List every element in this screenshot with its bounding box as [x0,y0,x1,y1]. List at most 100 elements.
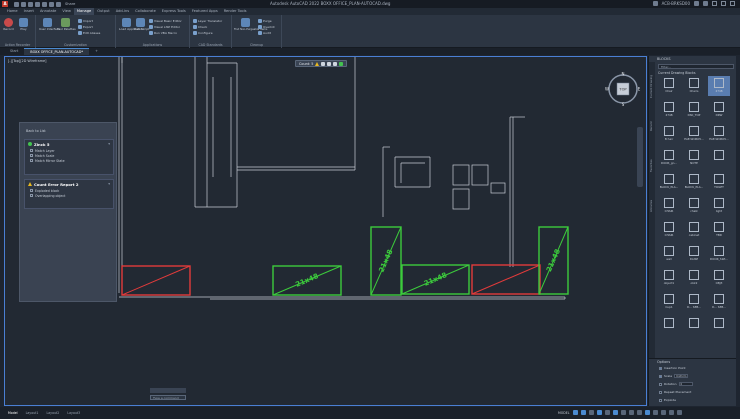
option-row[interactable]: Insertion Point [659,366,686,370]
option-checkbox[interactable] [659,382,662,386]
isolate-icon[interactable] [660,410,666,415]
palette-tab[interactable]: Libraries [649,188,655,224]
option-row[interactable]: Rotation 0 [659,382,693,386]
layout-tab[interactable]: Layout3 [63,411,84,415]
close-button[interactable] [730,1,735,6]
palette-tab[interactable]: Current Drawing [649,68,655,104]
list-item[interactable]: Overlapping object [25,193,113,198]
menu-icon[interactable] [676,410,682,415]
overkill-button[interactable]: Overkill [258,24,274,29]
run-vba-macro-button[interactable]: Run VBA Macro [149,30,177,35]
block-thumbnail[interactable]: EAE-WORK5... [708,124,730,144]
option-value-field[interactable]: 0 [678,382,693,386]
block-thumbnail[interactable]: DAISE [683,244,705,264]
customize-icon[interactable] [668,410,674,415]
run-script-button[interactable]: Run Script [134,18,149,32]
cart-icon[interactable] [694,1,699,6]
polar-icon[interactable] [596,410,602,415]
load-application-button[interactable]: Load Application [119,18,144,32]
block-thumbnail[interactable]: EAE-WORK5... [683,124,705,144]
block-thumbnail[interactable]: B hair [658,124,680,144]
eye-icon[interactable] [321,61,326,66]
tab-manage[interactable]: Manage [73,8,95,15]
redo-icon[interactable] [56,1,61,7]
save-as-icon[interactable] [35,1,40,7]
tab-output[interactable]: Output [94,8,112,15]
drawing-area[interactable]: 21x48 21x48 21x48 21x48 [-][Top][2D Wirefra… [4,56,647,406]
layout-tab[interactable]: Layout2 [42,411,63,415]
block-thumbnail[interactable]: 2748 [658,100,680,120]
list-item[interactable]: Match Mirror State [25,158,113,163]
palette-tab[interactable]: Favorites [649,148,655,184]
block-thumbnail[interactable]: chalk [683,196,705,216]
tab-featured-apps[interactable]: Featured Apps [189,8,221,15]
block-thumbnail[interactable]: Chair [658,76,680,96]
lineweight-icon[interactable] [620,410,626,415]
block-thumbnail[interactable]: 2748 [708,76,730,96]
viewcube[interactable]: TOP N S W E [605,71,641,108]
filter-input[interactable]: Filter... [658,64,734,69]
block-thumbnail[interactable]: D... SEB... [683,292,705,312]
save-icon[interactable] [28,1,33,7]
layout-tab[interactable]: Model [4,411,22,415]
layer-translator-button[interactable]: Layer Translator [193,18,222,23]
block-thumbnail[interactable]: BLOCK_PLA... [683,172,705,192]
minimize-button[interactable] [712,1,717,6]
section-header[interactable]: Zinck 5 [25,140,113,148]
vba-editor-button[interactable]: Visual Basic Editor [149,18,182,23]
block-thumbnail[interactable]: D... SEB... [708,292,730,312]
audit-button[interactable]: Audit [258,30,271,35]
option-checkbox[interactable] [659,374,662,378]
file-tab[interactable]: BOXX OFFICE_PLAN-AUTOCAD* [24,48,90,55]
purge-button[interactable]: Purge [258,18,272,23]
block-thumbnail[interactable]: light [708,196,730,216]
edit-aliases-button[interactable]: Edit Aliases [78,30,100,35]
tab-view[interactable]: View [59,8,74,15]
checkmark-icon[interactable] [339,61,344,66]
layout-tab[interactable]: Layout1 [22,411,43,415]
tab-collaborate[interactable]: Collaborate [132,8,159,15]
chevron-icon[interactable]: ▾ [108,142,110,146]
app-logo[interactable]: A [2,1,8,7]
export-button[interactable]: Export [78,24,93,29]
account-label[interactable]: ACB-BRKSD00 [662,1,690,6]
otrack-icon[interactable] [612,410,618,415]
block-thumbnail[interactable] [708,148,730,168]
block-thumbnail[interactable]: DRW [708,100,730,120]
block-thumbnail[interactable]: Chairs [683,76,705,96]
transparency-icon[interactable] [628,410,634,415]
find-non-purgeable-button[interactable]: Find Non-Purgeable Items [234,18,267,32]
command-input[interactable]: Type a command [150,395,186,400]
undo-icon[interactable] [49,1,54,7]
ortho-icon[interactable] [588,410,594,415]
new-tab-button[interactable]: + [89,48,104,55]
chevron-icon[interactable]: ▾ [108,182,110,186]
option-row[interactable]: Scale Uniform [659,374,689,378]
annotation-scale-icon[interactable] [644,410,650,415]
workspace-icon[interactable] [652,410,658,415]
navigation-bar[interactable] [637,127,643,187]
open-icon[interactable] [21,1,26,7]
block-instance[interactable] [471,264,541,295]
block-thumbnail[interactable] [658,316,680,336]
block-thumbnail[interactable] [708,316,730,336]
tab-home[interactable]: Home [4,8,21,15]
user-interface-button[interactable]: User Interface [39,18,60,32]
block-thumbnail[interactable]: TBD [708,220,730,240]
tab-render-tools[interactable]: Render Tools [221,8,250,15]
viewport-label[interactable]: [-][Top][2D Wireframe] [8,59,46,63]
block-instance[interactable]: 21x48 [538,226,569,295]
block-instance[interactable] [121,265,191,296]
plot-icon[interactable] [42,1,47,7]
selection-cycling-icon[interactable] [636,410,642,415]
help-icon[interactable] [703,1,708,6]
block-thumbnail[interactable]: DOOR_SWI... [708,244,730,264]
block-thumbnail[interactable]: DOOR_gn... [658,148,680,168]
tab-express-tools[interactable]: Express Tools [159,8,189,15]
block-thumbnail[interactable]: CHAIR [658,220,680,240]
share-label[interactable]: Share [65,2,75,6]
vlisp-editor-button[interactable]: Visual LISP Editor [149,24,180,29]
tab-insert[interactable]: Insert [21,8,37,15]
block-thumbnail[interactable]: obk2 [683,268,705,288]
option-row[interactable]: Explode [659,398,676,402]
